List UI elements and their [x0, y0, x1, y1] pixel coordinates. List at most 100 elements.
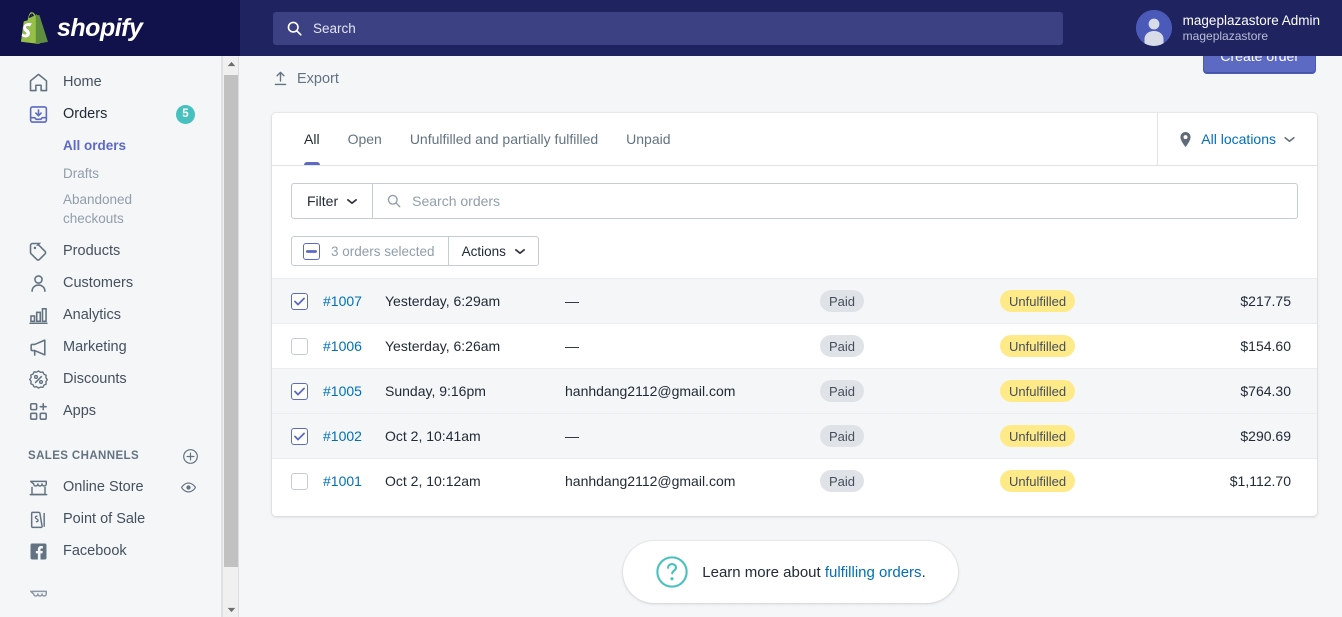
row-checkbox[interactable]: [291, 427, 308, 445]
order-number[interactable]: #1006: [323, 338, 385, 354]
sidebar-item-point-of-sale[interactable]: Point of Sale: [0, 503, 221, 535]
sidebar-item-label: Apps: [63, 403, 97, 419]
order-total: $764.30: [1240, 383, 1291, 399]
sidebar-item-label: Facebook: [63, 543, 127, 559]
table-row[interactable]: #1005 Sunday, 9:16pm hanhdang2112@gmail.…: [272, 368, 1317, 413]
sidebar-item-label: Online Store: [63, 479, 144, 495]
person-icon: [31, 274, 46, 292]
sidebar-item-online-store[interactable]: Online Store: [0, 471, 221, 503]
sidebar-item-orders[interactable]: Orders 5: [0, 98, 221, 130]
chevron-up-icon: [227, 61, 235, 66]
storefront-icon: [29, 590, 48, 597]
page-toolbar: Export Create order: [239, 56, 1342, 103]
brand-name: shopify: [57, 13, 143, 42]
row-checkbox-cell: [272, 337, 323, 355]
sidebar-item-label: Orders: [63, 106, 108, 122]
eye-icon[interactable]: [180, 479, 197, 496]
location-pin-icon: [1180, 131, 1191, 147]
sidebar-item-home[interactable]: Home: [0, 66, 221, 98]
question-circle-icon: [656, 556, 688, 588]
tab-unfulfilled-partially-fulfilled[interactable]: Unfulfilled and partially fulfilled: [396, 113, 612, 165]
check-icon: [294, 297, 305, 305]
user-menu[interactable]: mageplazastore Admin mageplazastore: [1135, 0, 1320, 56]
help-text-prefix: Learn more about: [702, 563, 825, 581]
search-orders-placeholder: Search orders: [412, 193, 501, 209]
sidebar-item-drafts[interactable]: Drafts: [0, 159, 221, 187]
user-avatar-icon: [1135, 10, 1172, 46]
tab-all[interactable]: All: [290, 113, 334, 165]
main-content: Export Create order All Open Unfulfilled…: [239, 56, 1342, 617]
scrollbar-thumb[interactable]: [224, 75, 238, 567]
sidebar-item-label: Point of Sale: [63, 511, 146, 527]
scroll-down-arrow[interactable]: [223, 602, 239, 617]
locations-selector[interactable]: All locations: [1157, 113, 1317, 165]
export-button[interactable]: Export: [272, 70, 339, 87]
table-row[interactable]: #1001 Oct 2, 10:12am hanhdang2112@gmail.…: [272, 458, 1317, 503]
order-customer: —: [565, 338, 579, 354]
plus-circle-icon[interactable]: [182, 448, 199, 465]
order-number[interactable]: #1005: [323, 383, 385, 399]
help-footer: Learn more about fulfilling orders.: [239, 541, 1342, 603]
sidebar: Home Orders 5 All orders Drafts Abandone…: [0, 56, 222, 617]
order-number[interactable]: #1001: [323, 473, 385, 489]
search-orders-input[interactable]: Search orders: [373, 184, 1297, 218]
order-number[interactable]: #1002: [323, 428, 385, 444]
status-badge: Paid: [820, 380, 865, 402]
create-order-button[interactable]: Create order: [1203, 56, 1316, 74]
row-checkbox[interactable]: [291, 292, 308, 310]
orders-card: All Open Unfulfilled and partially fulfi…: [272, 113, 1317, 516]
tab-unpaid[interactable]: Unpaid: [612, 113, 684, 165]
orders-inbox-icon: [29, 105, 48, 123]
row-checkbox-cell: [272, 292, 323, 310]
sales-channels-header: SALES CHANNELS: [0, 441, 221, 471]
tab-open[interactable]: Open: [334, 113, 396, 165]
table-row[interactable]: #1002 Oct 2, 10:41am — Paid Unfulfilled …: [272, 413, 1317, 458]
actions-dropdown[interactable]: Actions: [449, 237, 538, 265]
payment-status-cell: Paid: [820, 425, 1000, 447]
order-customer: hanhdang2112@gmail.com: [565, 473, 736, 489]
sidebar-item-all-orders[interactable]: All orders: [0, 131, 221, 159]
shopify-logo[interactable]: shopify: [0, 0, 240, 56]
order-number[interactable]: #1007: [323, 293, 385, 309]
sidebar-item-facebook[interactable]: Facebook: [0, 535, 221, 567]
sidebar-item-label: Products: [63, 243, 121, 259]
pos-tag-icon: [30, 511, 45, 528]
facebook-icon: [30, 543, 47, 559]
sidebar-item-abandoned-checkouts[interactable]: Abandoned checkouts: [0, 187, 221, 231]
chevron-down-icon: [347, 198, 358, 204]
order-date: Yesterday, 6:29am: [385, 293, 501, 309]
sidebar-item-customers[interactable]: Customers: [0, 267, 221, 299]
scroll-up-arrow[interactable]: [223, 56, 239, 71]
order-total: $290.69: [1240, 428, 1291, 444]
select-all-control[interactable]: 3 orders selected: [292, 237, 449, 265]
sidebar-scrollbar[interactable]: [222, 56, 239, 617]
sidebar-item-discounts[interactable]: Discounts: [0, 363, 221, 395]
order-total: $1,112.70: [1229, 473, 1291, 489]
select-all-checkbox[interactable]: [303, 242, 320, 260]
row-checkbox[interactable]: [291, 337, 308, 355]
search-input[interactable]: Search: [273, 11, 1063, 45]
table-row[interactable]: #1007 Yesterday, 6:29am — Paid Unfulfill…: [272, 278, 1317, 323]
sidebar-item-analytics[interactable]: Analytics: [0, 299, 221, 331]
row-checkbox[interactable]: [291, 472, 308, 490]
row-checkbox[interactable]: [291, 382, 308, 400]
filter-button[interactable]: Filter: [292, 184, 374, 218]
search-icon: [287, 21, 302, 36]
table-bottom-padding: [272, 503, 1317, 516]
sidebar-item-partial-bottom[interactable]: [0, 581, 221, 613]
tag-icon: [29, 242, 47, 261]
table-row[interactable]: #1006 Yesterday, 6:26am — Paid Unfulfill…: [272, 323, 1317, 368]
sidebar-item-products[interactable]: Products: [0, 235, 221, 267]
orders-tabs: All Open Unfulfilled and partially fulfi…: [272, 113, 685, 165]
status-badge: Unfulfilled: [1000, 290, 1076, 312]
row-checkbox-cell: [272, 382, 323, 400]
fulfillment-status-cell: Unfulfilled: [1000, 380, 1180, 402]
status-badge: Unfulfilled: [1000, 470, 1076, 492]
order-customer: —: [565, 428, 579, 444]
sidebar-item-marketing[interactable]: Marketing: [0, 331, 221, 363]
sales-channels-title: SALES CHANNELS: [28, 450, 140, 462]
sidebar-item-apps[interactable]: Apps: [0, 395, 221, 427]
chevron-down-icon: [1284, 136, 1295, 142]
status-badge: Paid: [820, 425, 865, 447]
fulfilling-orders-link[interactable]: fulfilling orders: [825, 564, 922, 581]
